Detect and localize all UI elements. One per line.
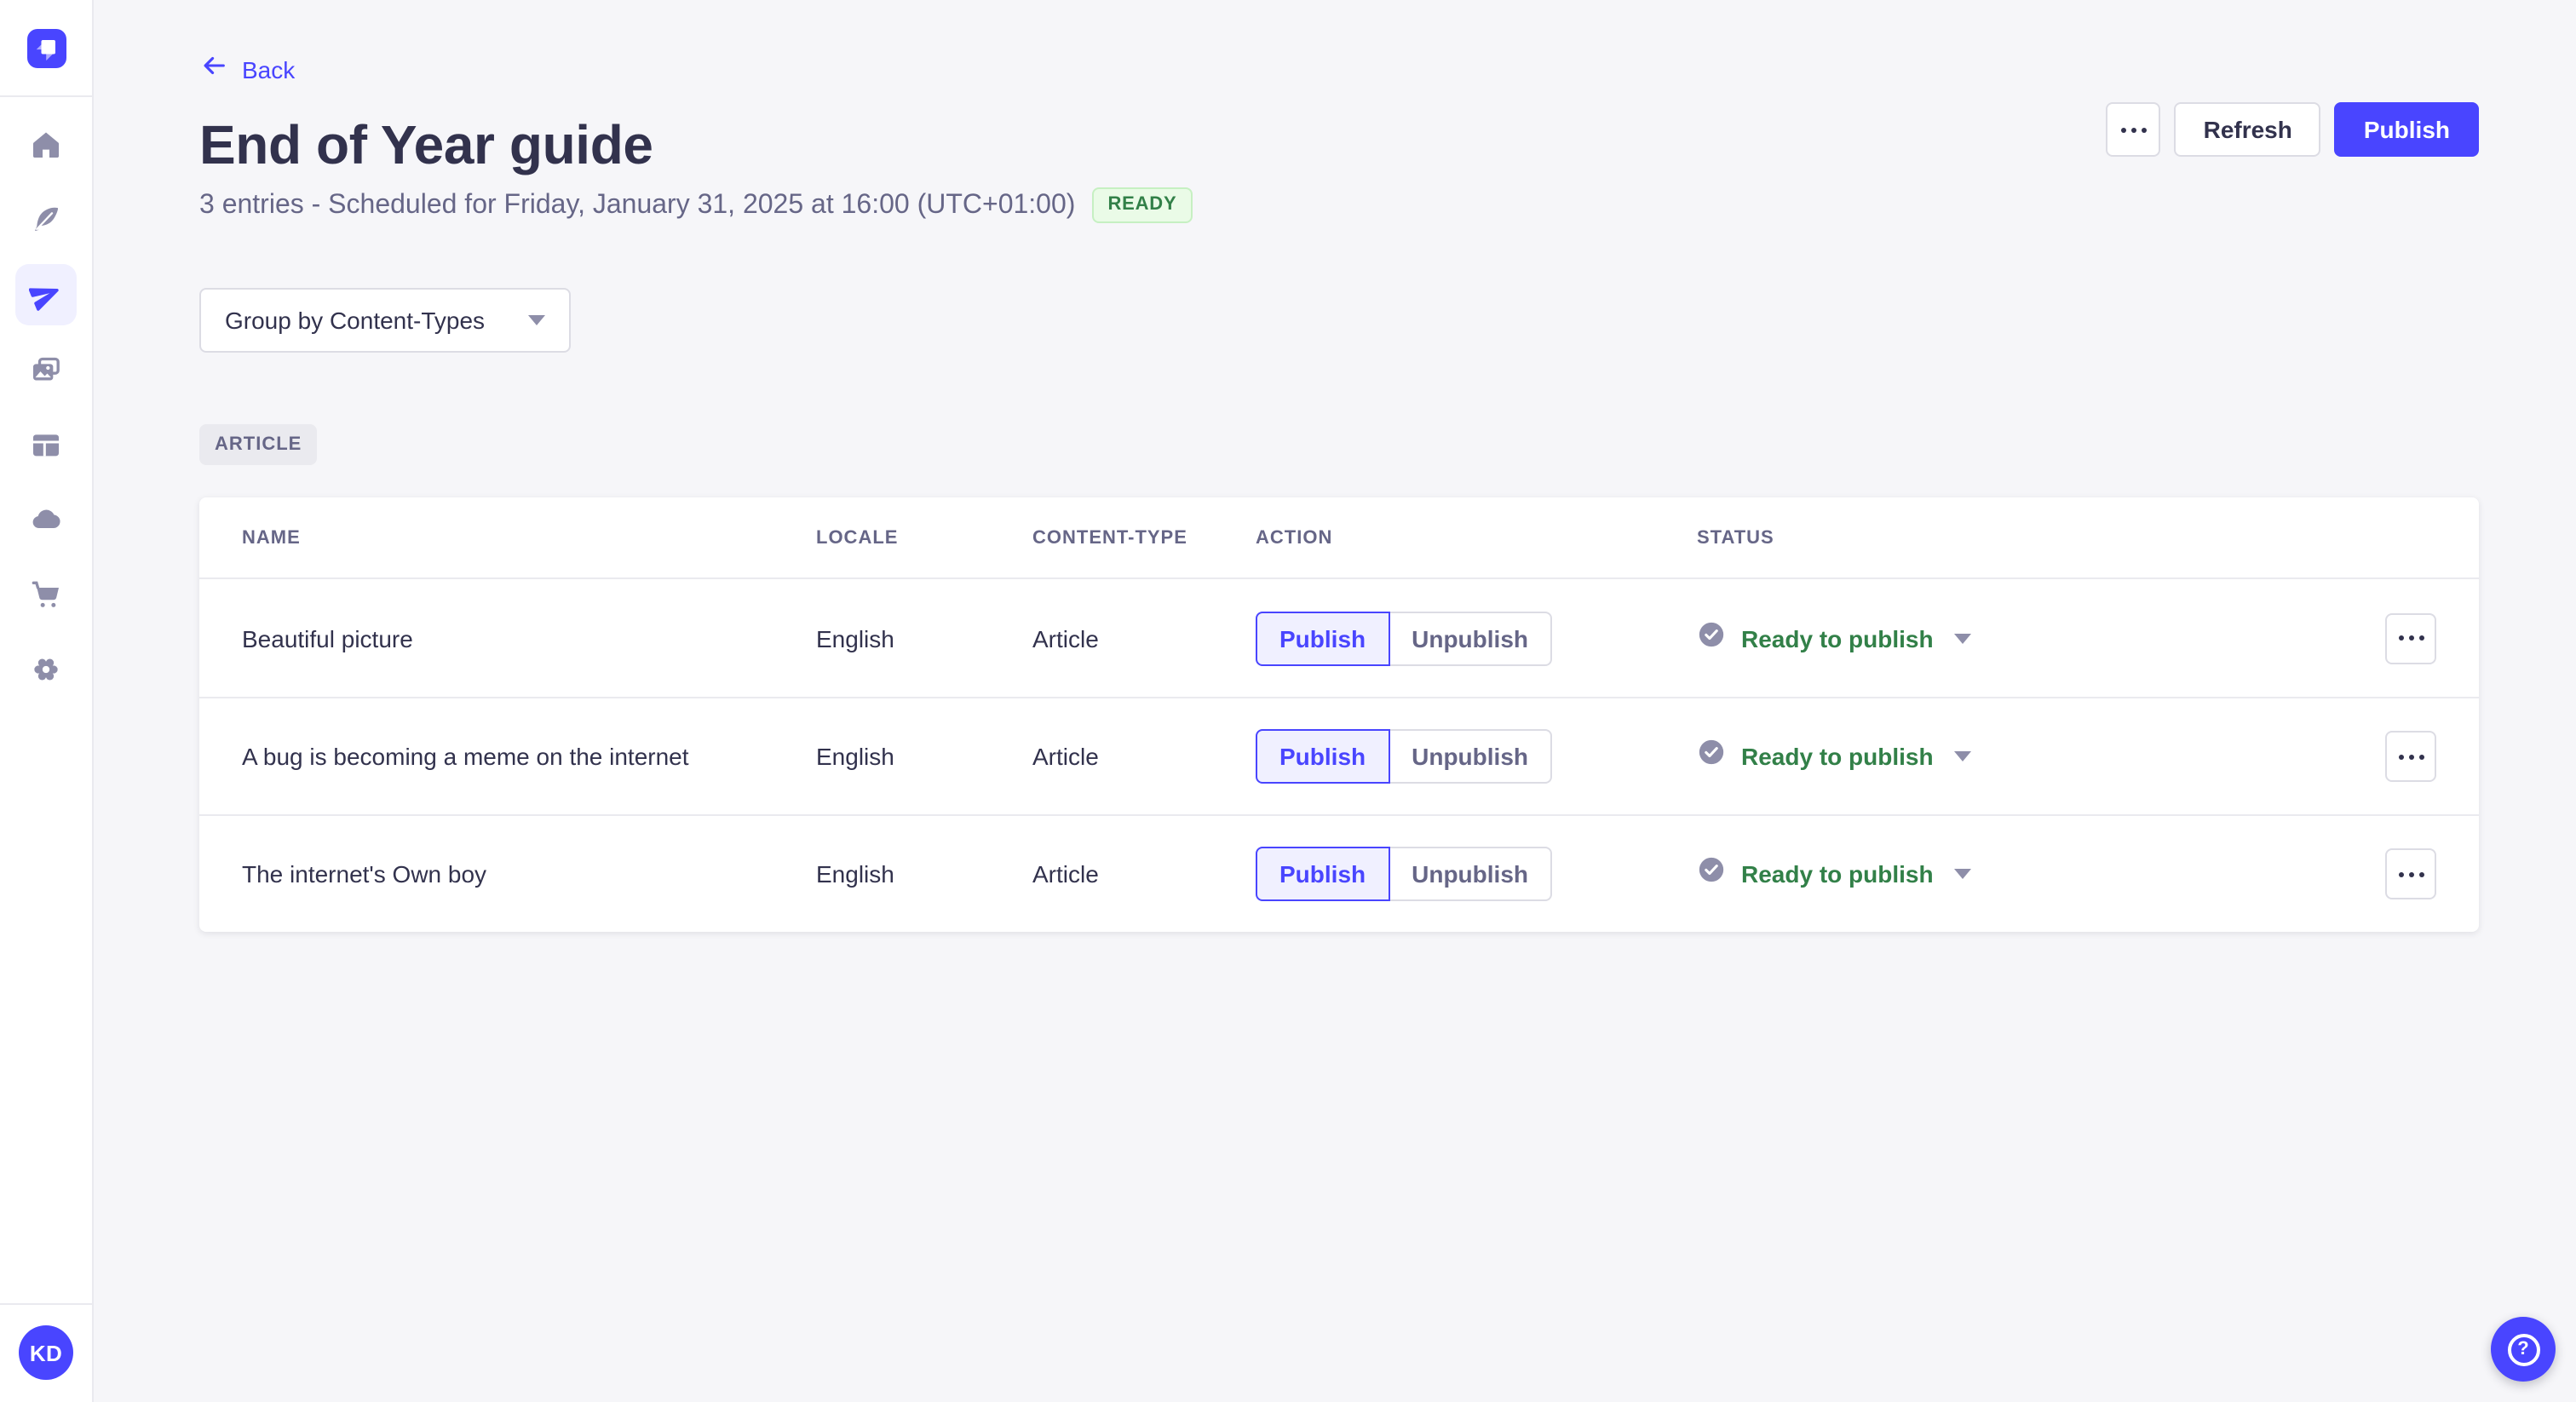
strapi-logo-icon bbox=[26, 28, 66, 67]
sidebar-item-releases[interactable] bbox=[15, 264, 77, 325]
app-window: KD Back End of Year guide 3 entries - Sc… bbox=[0, 0, 2576, 1402]
row-more-button[interactable] bbox=[2385, 612, 2436, 664]
more-actions-button[interactable] bbox=[2106, 102, 2161, 157]
entry-locale: English bbox=[816, 624, 894, 652]
sidebar: KD bbox=[0, 0, 94, 1402]
refresh-button[interactable]: Refresh bbox=[2174, 102, 2321, 157]
content-type-group-badge: ARTICLE bbox=[199, 424, 318, 465]
sidebar-item-media-library[interactable] bbox=[15, 339, 77, 400]
sidebar-item-cloud[interactable] bbox=[15, 489, 77, 550]
entry-status: Ready to publish bbox=[1697, 855, 2360, 893]
entry-content-type: Article bbox=[1032, 743, 1099, 770]
entry-status-label: Ready to publish bbox=[1741, 743, 1934, 770]
table-row: The internet's Own boy English Article P… bbox=[199, 814, 2479, 932]
sidebar-item-marketplace[interactable] bbox=[15, 564, 77, 625]
help-button[interactable]: ? bbox=[2491, 1317, 2556, 1382]
unpublish-option-button[interactable]: Unpublish bbox=[1389, 611, 1552, 665]
sidebar-nav bbox=[15, 97, 77, 1303]
column-header-status: STATUS bbox=[1697, 527, 1774, 548]
status-badge: READY bbox=[1092, 187, 1193, 223]
publish-option-button[interactable]: Publish bbox=[1256, 611, 1390, 665]
release-subtitle: 3 entries - Scheduled for Friday, Januar… bbox=[199, 190, 1076, 219]
entry-name: The internet's Own boy bbox=[242, 860, 487, 888]
chevron-down-icon bbox=[528, 315, 545, 325]
check-circle-icon bbox=[1697, 855, 1726, 893]
sidebar-item-home[interactable] bbox=[15, 114, 77, 175]
feather-icon bbox=[29, 203, 63, 237]
entry-action-toggle: Publish Unpublish bbox=[1256, 611, 1697, 665]
publish-release-button[interactable]: Publish bbox=[2334, 102, 2479, 157]
paper-plane-icon bbox=[29, 278, 63, 312]
entry-action-toggle: Publish Unpublish bbox=[1256, 847, 1697, 901]
user-avatar[interactable]: KD bbox=[19, 1325, 73, 1380]
cloud-icon bbox=[29, 503, 63, 537]
ellipsis-icon bbox=[2398, 754, 2424, 759]
publish-option-button[interactable]: Publish bbox=[1256, 729, 1390, 784]
status-chevron-down-icon[interactable] bbox=[1953, 751, 1971, 761]
main-content: Back End of Year guide 3 entries - Sched… bbox=[94, 0, 2576, 1402]
entry-status-label: Ready to publish bbox=[1741, 624, 1934, 652]
publish-option-button[interactable]: Publish bbox=[1256, 847, 1390, 901]
table-row: Beautiful picture English Article Publis… bbox=[199, 579, 2479, 697]
column-header-content-type: CONTENT-TYPE bbox=[1032, 527, 1187, 548]
back-arrow-icon bbox=[199, 51, 228, 89]
table-row: A bug is becoming a meme on the internet… bbox=[199, 697, 2479, 814]
entries-table: NAME LOCALE CONTENT-TYPE ACTION STATUS B… bbox=[199, 497, 2479, 932]
group-by-select[interactable]: Group by Content-Types bbox=[199, 288, 571, 353]
status-chevron-down-icon[interactable] bbox=[1953, 869, 1971, 879]
pictures-icon bbox=[29, 353, 63, 387]
unpublish-option-button[interactable]: Unpublish bbox=[1389, 729, 1552, 784]
ellipsis-icon bbox=[2398, 635, 2424, 641]
entry-status-label: Ready to publish bbox=[1741, 860, 1934, 888]
row-more-button[interactable] bbox=[2385, 731, 2436, 782]
entry-name: Beautiful picture bbox=[242, 624, 413, 652]
entry-name: A bug is becoming a meme on the internet bbox=[242, 743, 689, 770]
status-chevron-down-icon[interactable] bbox=[1953, 633, 1971, 643]
subtitle-row: 3 entries - Scheduled for Friday, Januar… bbox=[199, 187, 2479, 223]
ellipsis-icon bbox=[2120, 127, 2147, 132]
entry-locale: English bbox=[816, 860, 894, 888]
table-header-row: NAME LOCALE CONTENT-TYPE ACTION STATUS bbox=[199, 497, 2479, 579]
unpublish-option-button[interactable]: Unpublish bbox=[1389, 847, 1552, 901]
sidebar-item-content-manager[interactable] bbox=[15, 189, 77, 250]
sidebar-footer: KD bbox=[0, 1303, 93, 1402]
home-icon bbox=[29, 128, 63, 162]
entry-action-toggle: Publish Unpublish bbox=[1256, 729, 1697, 784]
row-more-button[interactable] bbox=[2385, 848, 2436, 899]
column-header-locale: LOCALE bbox=[816, 527, 899, 548]
entry-status: Ready to publish bbox=[1697, 619, 2360, 657]
ellipsis-icon bbox=[2398, 871, 2424, 876]
column-header-name: NAME bbox=[242, 527, 301, 548]
entry-content-type: Article bbox=[1032, 860, 1099, 888]
sidebar-item-content-type-builder[interactable] bbox=[15, 414, 77, 475]
back-label: Back bbox=[242, 56, 296, 83]
gear-icon bbox=[29, 652, 63, 687]
workspace-logo-box[interactable] bbox=[0, 0, 93, 97]
entry-locale: English bbox=[816, 743, 894, 770]
question-mark-icon: ? bbox=[2507, 1333, 2539, 1365]
group-by-select-value: Group by Content-Types bbox=[225, 307, 486, 334]
header-actions: Refresh Publish bbox=[2106, 102, 2479, 157]
column-header-action: ACTION bbox=[1256, 527, 1333, 548]
check-circle-icon bbox=[1697, 738, 1726, 775]
cart-icon bbox=[29, 577, 63, 612]
sidebar-item-settings[interactable] bbox=[15, 639, 77, 700]
check-circle-icon bbox=[1697, 619, 1726, 657]
layout-icon bbox=[29, 428, 63, 462]
entry-content-type: Article bbox=[1032, 624, 1099, 652]
entry-status: Ready to publish bbox=[1697, 738, 2360, 775]
back-link[interactable]: Back bbox=[199, 51, 295, 89]
